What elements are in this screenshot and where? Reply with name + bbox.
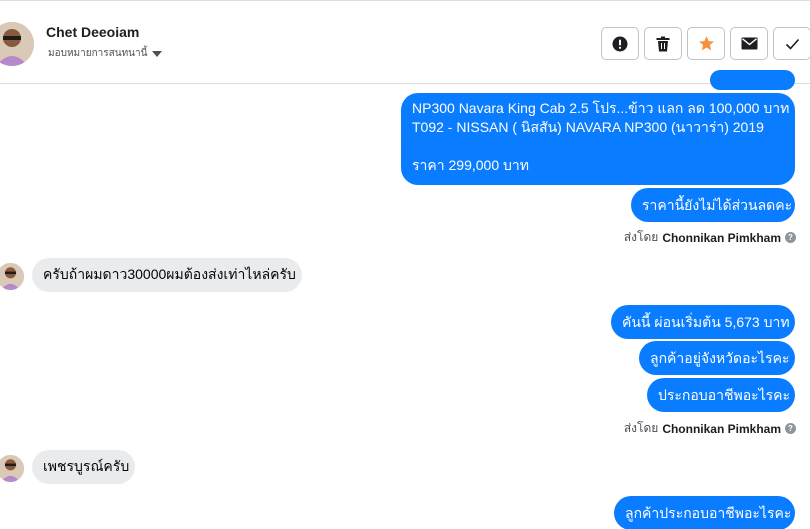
star-icon	[698, 36, 714, 51]
message-text: ประกอบอาชีพอะไรคะ	[658, 386, 791, 403]
contact-name[interactable]: Chet Deeoiam	[46, 24, 139, 40]
star-button[interactable]	[687, 27, 725, 60]
message-thread[interactable]: NP300 Navara King Cab 2.5 โปร...ข้าว แลก…	[0, 70, 810, 529]
agent-name[interactable]: Chonnikan Pimkham	[662, 422, 781, 436]
message-bubble[interactable]: ราคานี้ยังไม่ได้ส่วนลดคะ	[631, 188, 795, 222]
mark-unread-button[interactable]	[730, 27, 768, 60]
sent-by-info: ส่งโดย Chonnikan Pimkham ?	[624, 419, 796, 438]
incoming-message[interactable]: ครับถ้าผมดาว30000ผมต้องส่งเท่าไหล่ครับ	[32, 258, 302, 292]
sent-by-label: ส่งโดย	[623, 421, 659, 435]
assign-label: มอบหมายการสนทนานี้	[48, 48, 148, 59]
customer-avatar[interactable]	[0, 455, 24, 482]
message-text: คันนี้ ผ่อนเริ่มต้น 5,673 บาท	[622, 313, 790, 330]
message-bubble[interactable]: ลูกค้าอยู่จังหวัดอะไรคะ	[639, 341, 795, 375]
message-text: ครับถ้าผมดาว30000ผมต้องส่งเท่าไหล่ครับ	[43, 266, 296, 282]
message-text: ลูกค้าประกอบอาชีพอะไรคะ	[625, 504, 792, 521]
message-bubble-partial	[710, 70, 795, 90]
car-price-text: ราคา 299,000 บาท	[412, 157, 529, 173]
conversation-header: Chet Deeoiam มอบหมายการสนทนานี้	[0, 0, 810, 84]
message-text: ลูกค้าอยู่จังหวัดอะไรคะ	[650, 349, 790, 366]
message-bubble[interactable]: ลูกค้าประกอบอาชีพอะไรคะ	[614, 496, 795, 529]
message-text: ราคานี้ยังไม่ได้ส่วนลดคะ	[642, 196, 793, 213]
agent-name[interactable]: Chonnikan Pimkham	[662, 231, 781, 245]
sent-by-label: ส่งโดย	[623, 230, 659, 244]
message-bubble[interactable]: ประกอบอาชีพอะไรคะ	[647, 378, 795, 412]
message-bubble[interactable]: คันนี้ ผ่อนเริ่มต้น 5,673 บาท	[611, 305, 795, 339]
help-icon[interactable]: ?	[785, 423, 796, 434]
check-icon	[785, 38, 799, 50]
assign-conversation-dropdown[interactable]: มอบหมายการสนทนานี้	[48, 46, 163, 61]
car-listing-message[interactable]: NP300 Navara King Cab 2.5 โปร...ข้าว แลก…	[401, 93, 795, 185]
sent-by-info: ส่งโดย Chonnikan Pimkham ?	[624, 228, 796, 247]
chevron-down-icon	[152, 51, 163, 57]
customer-avatar[interactable]	[0, 263, 24, 290]
contact-avatar[interactable]	[0, 22, 34, 66]
car-model-text: T092 - NISSAN ( นิสสัน) NAVARA NP300 (นา…	[412, 119, 764, 135]
mark-spam-button[interactable]	[601, 27, 639, 60]
delete-button[interactable]	[644, 27, 682, 60]
mark-done-button[interactable]	[773, 27, 810, 60]
incoming-message[interactable]: เพชรบูรณ์ครับ	[32, 450, 135, 484]
envelope-icon	[741, 37, 757, 50]
alert-icon	[612, 36, 628, 51]
trash-icon	[656, 36, 670, 51]
car-title-text: NP300 Navara King Cab 2.5 โปร...ข้าว แลก…	[412, 100, 790, 116]
message-text: เพชรบูรณ์ครับ	[43, 458, 130, 474]
conversation-actions	[601, 27, 810, 60]
help-icon[interactable]: ?	[785, 232, 796, 243]
